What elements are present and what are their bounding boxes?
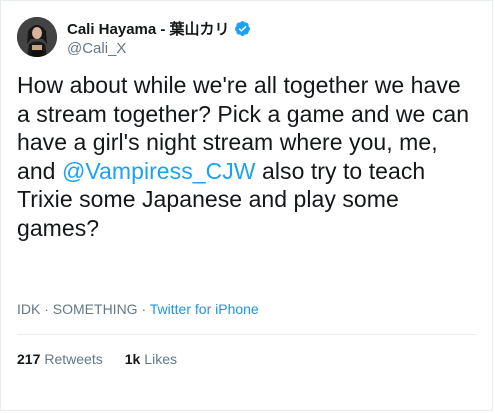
tweet-meta: IDK · SOMETHING · Twitter for iPhone — [17, 301, 259, 317]
likes-label: Likes — [144, 351, 177, 367]
tweet-source-link[interactable]: Twitter for iPhone — [150, 301, 259, 317]
author-name-row[interactable]: Cali Hayama - 葉山カリ — [67, 18, 251, 39]
likes-count: 1k — [124, 351, 141, 367]
retweets-stat[interactable]: 217 Retweets — [17, 351, 103, 367]
divider — [17, 334, 476, 335]
avatar-image — [17, 17, 57, 57]
avatar[interactable] — [17, 17, 57, 57]
retweets-label: Retweets — [44, 351, 103, 367]
display-name[interactable]: Cali Hayama - 葉山カリ — [67, 18, 230, 39]
tweet-text: How about while we're all together we ha… — [17, 71, 479, 242]
likes-stat[interactable]: 1k Likes — [125, 351, 177, 367]
tweet-date[interactable]: SOMETHING — [53, 301, 138, 317]
tweet-time[interactable]: IDK — [17, 301, 40, 317]
retweets-count: 217 — [17, 351, 41, 367]
meta-separator: · — [137, 301, 150, 317]
verified-badge-icon — [234, 20, 251, 37]
mention-link[interactable]: @Vampiress_CJW — [62, 158, 256, 184]
tweet-stats: 217 Retweets 1k Likes — [17, 351, 177, 367]
meta-separator: · — [40, 301, 53, 317]
author-handle[interactable]: @Cali_X — [67, 40, 126, 57]
tweet-card: Cali Hayama - 葉山カリ @Cali_X How about whi… — [0, 0, 493, 411]
